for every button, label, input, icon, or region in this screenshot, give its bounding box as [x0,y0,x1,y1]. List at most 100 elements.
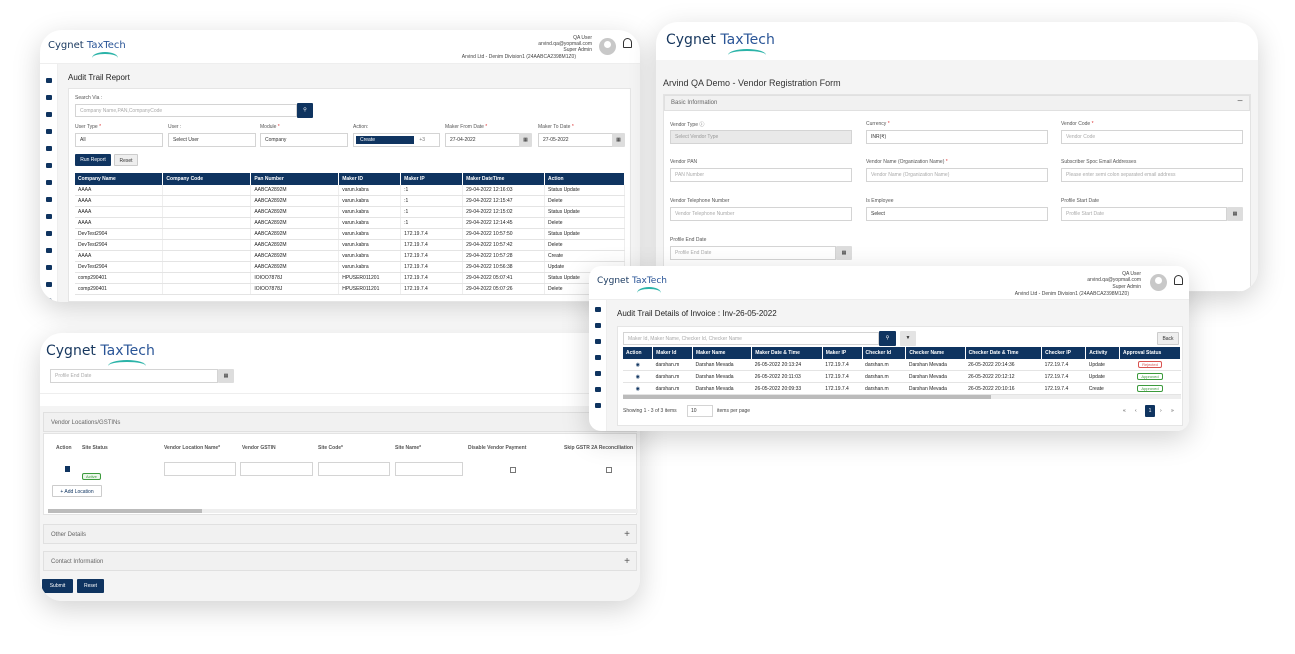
from-date-input[interactable]: 27-04-2022 [445,133,520,147]
table-row[interactable]: AAAA AABCA2892M varun.kabra:1 29-04-2022 12… [75,206,625,218]
list-icon[interactable] [46,265,52,270]
expand-icon[interactable]: + [624,556,630,567]
next-page-button[interactable]: › [1160,408,1162,414]
vendor-name-input[interactable]: Vendor Name (Organization Name) [866,168,1048,182]
user-org[interactable]: Arvind Ltd - Denim Division1 (24AABCA239… [462,54,576,60]
action-chip[interactable]: Create [356,136,414,144]
table-cell: darshan.m [862,370,906,383]
file-icon[interactable] [46,231,52,236]
first-page-button[interactable]: « [1123,408,1126,414]
table-row[interactable]: AAAA AABCA2892M varun.kabra 172.19.7.4 29-04… [75,250,625,262]
gstin-input[interactable] [240,462,313,476]
calendar-icon[interactable]: ▦ [612,133,625,147]
basic-info-header[interactable]: Basic Information − [664,95,1250,111]
calendar-icon[interactable]: ▦ [519,133,532,147]
expand-icon[interactable]: + [624,529,630,540]
vendor-code-input[interactable]: Vendor Code [1061,130,1243,144]
file-icon[interactable] [46,214,52,219]
prev-page-button[interactable]: ‹ [1135,408,1137,414]
table-row[interactable]: DevTest2904 AABCA2892M varun.kabra 172.19.7… [75,261,625,273]
add-location-button[interactable]: + Add Location [52,485,102,497]
table-row[interactable]: comp290401 IOIOO7878J HPUSER011201 172.19.7… [75,272,625,284]
horizontal-scrollbar[interactable] [623,395,1181,399]
back-button[interactable]: Back [1157,332,1179,345]
contact-info-header[interactable]: Contact Information + [43,551,637,571]
home-icon[interactable] [46,95,52,100]
search-input[interactable]: Company Name,PAN,CompanyCode [75,104,297,117]
disable-payment-checkbox[interactable] [510,467,516,473]
report-icon[interactable] [46,146,52,151]
run-report-button[interactable]: Run Report [75,154,111,166]
last-page-button[interactable]: » [1171,408,1174,414]
email-input[interactable]: Please enter semi colon separated email … [1061,168,1243,182]
to-date-input[interactable]: 27-05-2022 [538,133,613,147]
home-icon[interactable] [595,307,601,312]
calendar-icon[interactable]: ▦ [1227,207,1243,221]
view-icon[interactable]: ◉ [623,359,653,371]
location-name-input[interactable] [164,462,236,476]
calendar-icon[interactable]: ▦ [836,246,852,260]
action-select[interactable]: Create +3 [353,133,440,147]
vendor-pan-input[interactable]: PAN Number [670,168,852,182]
vendor-locations-header[interactable]: Vendor Locations/GSTINs [43,412,637,432]
site-code-input[interactable] [318,462,390,476]
search-button[interactable]: ⚲ [879,331,896,346]
table-row[interactable]: AAAA AABCA2892M varun.kabra:1 29-04-2022 12… [75,195,625,207]
inbox-icon[interactable] [46,282,52,287]
other-details-header[interactable]: Other Details + [43,524,637,544]
reset-button[interactable]: Reset [77,579,104,593]
trash-icon[interactable] [65,466,70,472]
skip-gstr-checkbox[interactable] [606,467,612,473]
calendar-icon[interactable]: ▦ [218,369,234,383]
truck-icon[interactable] [595,403,601,408]
user-select[interactable]: Select User [168,133,256,147]
user-type-select[interactable]: All [75,133,163,147]
truck-icon[interactable] [46,112,52,117]
submit-button[interactable]: Submit [42,579,73,593]
card-icon[interactable] [595,371,601,376]
vendor-type-select[interactable]: Select Vendor Type [670,130,852,144]
card-icon[interactable] [46,163,52,168]
view-icon[interactable]: ◉ [623,370,653,383]
currency-select[interactable]: INR(₹) [866,130,1048,144]
current-page[interactable]: 1 [1145,405,1155,417]
collapse-icon[interactable]: − [1237,96,1243,107]
horizontal-scrollbar[interactable] [48,509,638,513]
book-icon[interactable] [46,197,52,202]
table-cell: HPUSER011201 [338,272,402,284]
search-input[interactable]: Maker Id, Maker Name, Checker Id, Checke… [623,332,879,345]
end-date-input[interactable]: Profile End Date [50,369,218,383]
document-icon[interactable] [46,129,52,134]
table-cell: AABCA2892M [250,206,340,218]
menu-icon[interactable] [46,78,52,83]
calendar-icon[interactable] [46,248,52,253]
page-size-select[interactable]: 10 [687,405,713,417]
user-org[interactable]: Arvind Ltd - Denim Division1 (24AABCA239… [1015,291,1129,297]
module-select[interactable]: Company [260,133,348,147]
site-name-input[interactable] [395,462,463,476]
users-icon[interactable] [595,339,601,344]
group-icon[interactable] [595,355,601,360]
table-row[interactable]: AAAA AABCA2892M varun.kabra:1 29-04-2022 12… [75,185,625,196]
phone-input[interactable]: Vendor Telephone Number [670,207,852,221]
thumbs-up-icon[interactable] [46,180,52,185]
sitemap-icon[interactable] [595,323,601,328]
start-date-input[interactable]: Profile Start Date [1061,207,1227,221]
bell-icon[interactable] [623,38,632,48]
help-icon[interactable] [46,298,52,302]
search-button[interactable]: ⚲ [297,103,313,118]
employee-select[interactable]: Select [866,207,1048,221]
bank-icon[interactable] [595,387,601,392]
table-row[interactable]: comp290401 IOIOO7878J HPUSER011201 172.19.7… [75,283,625,295]
table-row[interactable]: DevTest2904 AABCA2892M varun.kabra 172.19.7… [75,228,625,240]
avatar[interactable] [599,38,616,55]
view-icon[interactable]: ◉ [623,382,653,395]
reset-button[interactable]: Reset [114,154,138,166]
table-row[interactable]: DevTest2904 AABCA2892M varun.kabra 172.19.7… [75,239,625,251]
end-date-input[interactable]: Profile End Date [670,246,836,260]
table-row[interactable]: AAAA AABCA2892M varun.kabra:1 29-04-2022 12… [75,217,625,229]
bell-icon[interactable] [1174,275,1183,285]
filter-icon[interactable]: ▼ [900,331,916,346]
table-cell: IOIOO7878J [250,283,340,295]
avatar[interactable] [1150,274,1167,291]
